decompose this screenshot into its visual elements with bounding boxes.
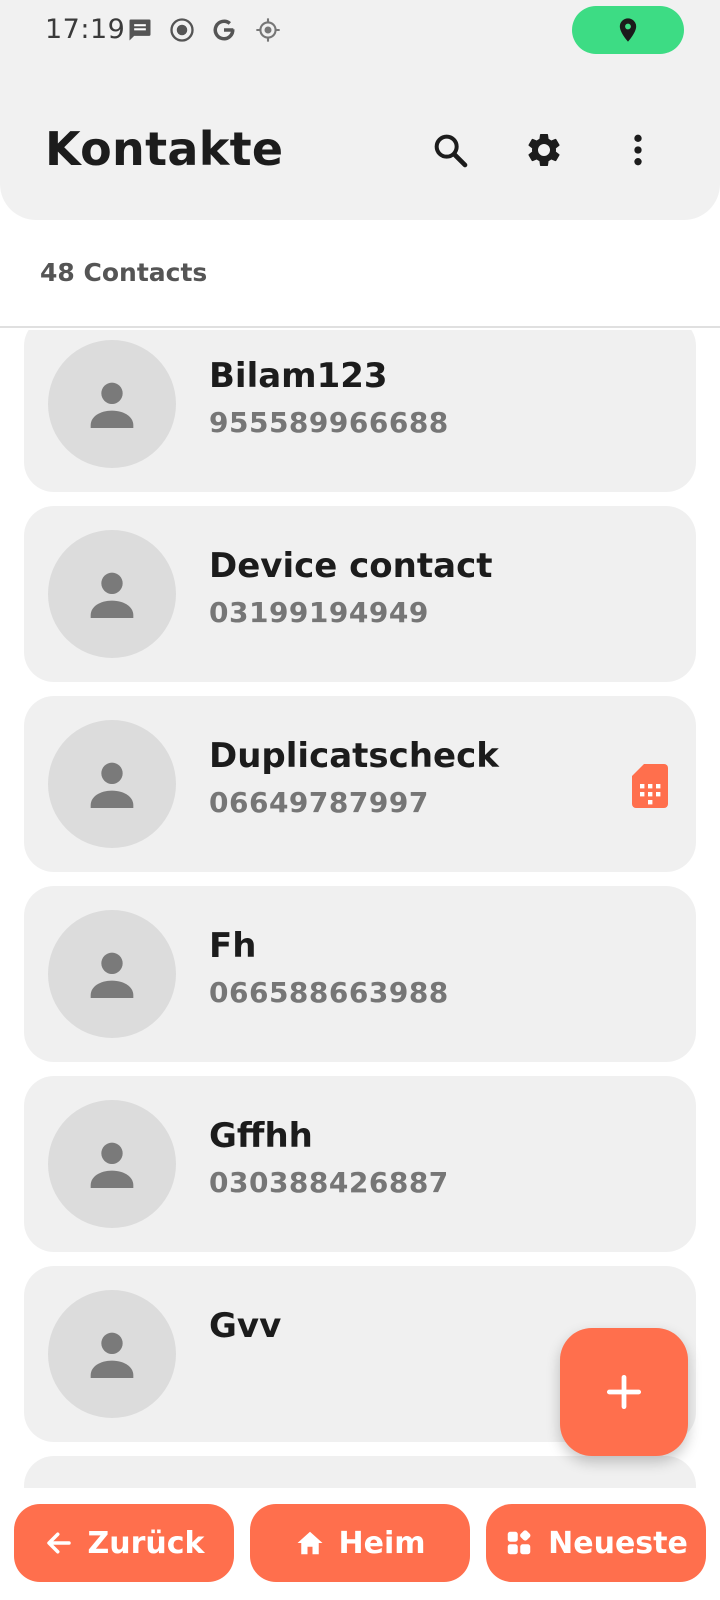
contact-card[interactable]: Gffhh 030388426887	[24, 1076, 696, 1252]
home-button[interactable]: Heim	[250, 1504, 470, 1582]
widgets-icon	[507, 1530, 531, 1555]
more-vert-icon	[634, 134, 642, 166]
app-bar: 17:19 Kontakte	[0, 0, 720, 220]
contact-card[interactable]: Bilam123 955589966688	[24, 330, 696, 492]
avatar	[48, 910, 176, 1038]
home-icon	[297, 1531, 322, 1555]
page-title: Kontakte	[45, 122, 284, 176]
contact-card[interactable]: Device contact 03199194949	[24, 506, 696, 682]
record-icon	[168, 16, 196, 44]
contact-phone: 955589966688	[209, 406, 449, 439]
gear-icon	[528, 133, 560, 166]
contact-card-partial[interactable]	[24, 1456, 696, 1488]
contact-list[interactable]: Bilam123 955589966688 Device contact 031…	[0, 330, 720, 1488]
contact-phone: 030388426887	[209, 1166, 449, 1199]
home-label: Heim	[338, 1525, 426, 1561]
location-indicator	[572, 6, 684, 54]
contact-name: Gvv	[209, 1306, 282, 1346]
contact-phone: 03199194949	[209, 596, 429, 629]
contact-name: Bilam123	[209, 356, 388, 396]
contact-name: Duplicatscheck	[209, 736, 499, 776]
search-icon	[434, 134, 468, 168]
more-options-button[interactable]	[612, 124, 664, 176]
bottom-nav: Zurück Heim Neueste	[0, 1488, 720, 1600]
person-icon	[90, 1142, 134, 1188]
recent-label: Neueste	[548, 1525, 688, 1561]
avatar	[48, 1100, 176, 1228]
contact-name: Device contact	[209, 546, 493, 586]
plus-icon	[606, 1374, 642, 1410]
map-pin-icon	[619, 18, 637, 42]
contact-card[interactable]: Fh 066588663988	[24, 886, 696, 1062]
contacts-count: 48 Contacts	[40, 258, 208, 287]
contacts-count-row: 48 Contacts	[0, 220, 720, 328]
person-icon	[90, 762, 134, 808]
back-button[interactable]: Zurück	[14, 1504, 234, 1582]
sim-card-icon	[632, 764, 668, 808]
arrow-left-icon	[46, 1532, 71, 1554]
contact-card[interactable]: Duplicatscheck 06649787997	[24, 696, 696, 872]
back-label: Zurück	[87, 1525, 205, 1561]
message-icon	[126, 16, 154, 44]
contact-name: Fh	[209, 926, 257, 966]
person-icon	[90, 382, 134, 428]
settings-button[interactable]	[518, 124, 570, 176]
contact-name: Gffhh	[209, 1116, 313, 1156]
person-icon	[90, 952, 134, 998]
status-time: 17:19	[45, 14, 126, 45]
recent-button[interactable]: Neueste	[486, 1504, 706, 1582]
add-contact-button[interactable]	[560, 1328, 688, 1456]
location-target-icon	[254, 16, 282, 44]
avatar	[48, 1290, 176, 1418]
contact-phone: 066588663988	[209, 976, 449, 1009]
status-bar: 17:19	[0, 0, 720, 64]
avatar	[48, 530, 176, 658]
person-icon	[90, 572, 134, 618]
google-icon	[210, 16, 238, 44]
avatar	[48, 340, 176, 468]
contact-phone: 06649787997	[209, 786, 429, 819]
avatar	[48, 720, 176, 848]
person-icon	[90, 1332, 134, 1378]
search-button[interactable]	[424, 124, 476, 176]
